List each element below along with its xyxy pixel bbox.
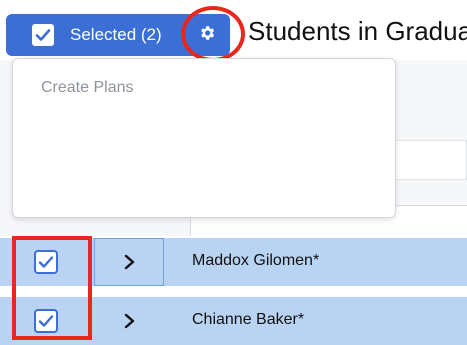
expand-row-button[interactable] [94, 297, 164, 345]
checkbox-highlight-annotation [12, 236, 92, 340]
chevron-right-icon [124, 313, 135, 329]
expand-row-button[interactable] [94, 238, 164, 286]
settings-highlight-annotation [181, 6, 245, 62]
actions-dropdown-menu: Create Plans [12, 58, 396, 218]
student-name: Maddox Gilomen* [192, 252, 320, 269]
chevron-right-icon [124, 254, 135, 270]
selected-count-label: Selected (2) [70, 25, 162, 44]
selected-actions-button[interactable]: Selected (2) [6, 14, 184, 56]
student-name: Chianne Baker* [192, 311, 305, 328]
menu-item-create-plans[interactable]: Create Plans [41, 79, 134, 97]
page-title: Students in Gradua [248, 16, 467, 46]
check-icon [32, 24, 54, 46]
